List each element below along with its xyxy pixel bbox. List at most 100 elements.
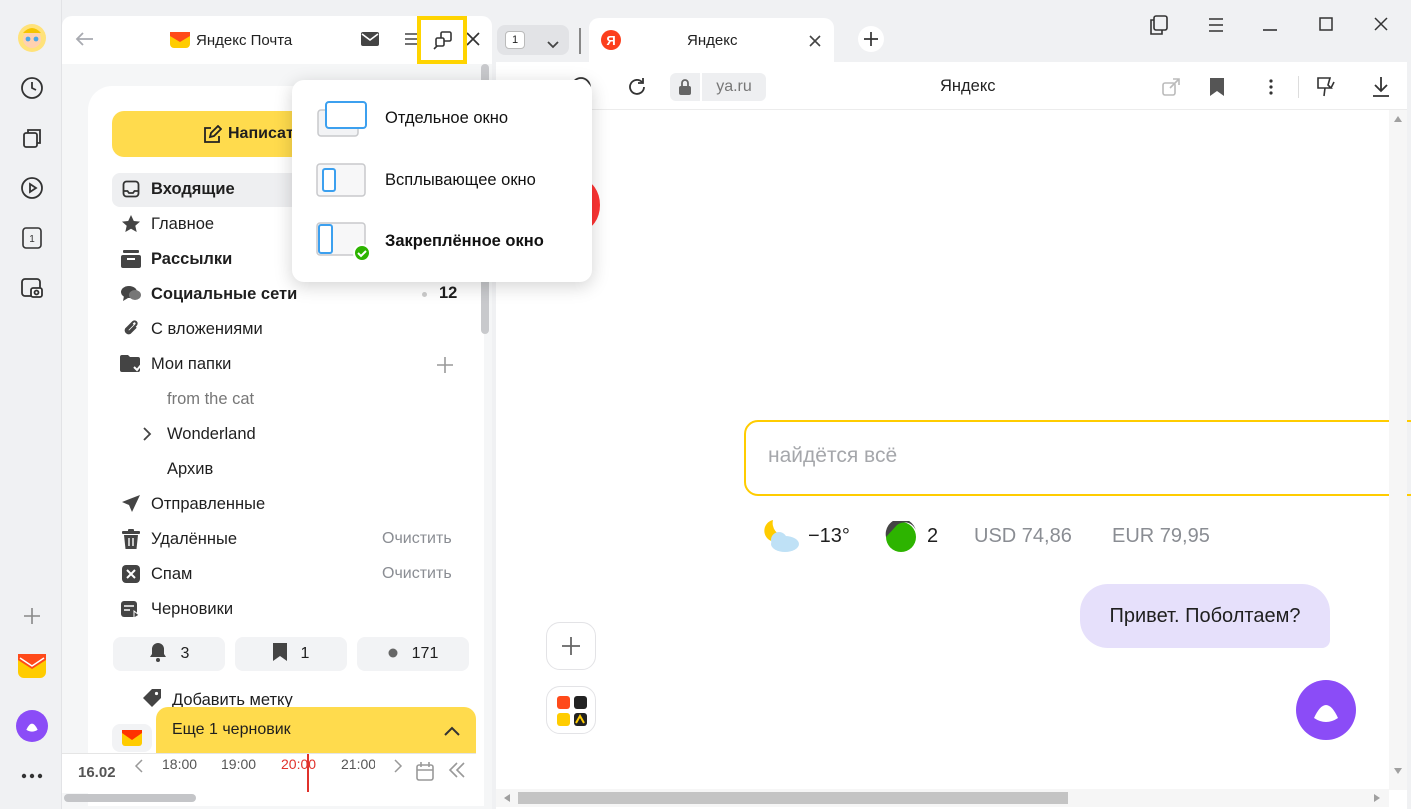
folder-my-folders[interactable]: Мои папки: [120, 349, 231, 379]
inbox-icon: [120, 178, 142, 200]
extensions-icon[interactable]: [1313, 74, 1339, 100]
subfolder-wonderland[interactable]: Wonderland: [167, 419, 256, 449]
browser-menu-icon[interactable]: [1208, 18, 1224, 37]
scroll-left-icon[interactable]: [504, 794, 510, 802]
current-time-line: [307, 754, 309, 792]
tab-group-switcher[interactable]: 1: [497, 25, 569, 55]
new-tab-button[interactable]: [858, 26, 884, 52]
clear-trash-link[interactable]: Очистить: [382, 524, 452, 554]
bookmarks-pill[interactable]: 1: [235, 637, 347, 671]
timeline-prev-icon[interactable]: [134, 759, 144, 778]
page-horizontal-scrollbar[interactable]: [496, 789, 1389, 807]
option-separate-window[interactable]: Отдельное окно: [292, 88, 592, 148]
scroll-thumb[interactable]: [518, 792, 1068, 804]
social-count: 12: [439, 284, 458, 302]
active-tab[interactable]: Я Яндекс: [589, 18, 834, 62]
lock-icon: [670, 73, 700, 101]
pinned-window-icon: [316, 222, 371, 262]
minimize-icon[interactable]: [1263, 18, 1277, 36]
subfolder-archive[interactable]: Архив: [167, 454, 213, 484]
folder-trash[interactable]: Удалённые: [120, 524, 237, 554]
notifications-pill[interactable]: 3: [113, 637, 225, 671]
play-icon[interactable]: [16, 172, 48, 204]
profile-avatar[interactable]: [16, 22, 48, 54]
traffic-icon: [885, 518, 917, 558]
traffic-score[interactable]: 2: [927, 525, 938, 548]
page-vertical-scrollbar[interactable]: [1389, 110, 1407, 790]
folder-inbox[interactable]: Входящие: [120, 174, 235, 204]
weather-temp[interactable]: −13°: [808, 525, 850, 548]
folder-label: Спам: [151, 564, 193, 583]
address-toolbar: ya.ru Яндекс: [496, 62, 1407, 110]
subfolder-from-the-cat[interactable]: from the cat: [167, 384, 254, 414]
history-icon[interactable]: [16, 72, 48, 104]
timeline-time: 18:00: [162, 756, 198, 772]
address-bar[interactable]: ya.ru: [670, 73, 766, 101]
folder-label: Черновики: [151, 599, 234, 618]
plus-icon: [864, 32, 878, 46]
clear-spam-link[interactable]: Очистить: [382, 559, 452, 589]
maximize-icon[interactable]: [1319, 17, 1333, 36]
tab-manager-icon[interactable]: [1149, 14, 1169, 41]
bookmark-page-icon[interactable]: [1204, 74, 1230, 100]
add-widget-button[interactable]: [546, 622, 596, 670]
paper-plane-icon: [120, 493, 142, 515]
back-arrow-icon[interactable]: [74, 28, 96, 55]
scroll-right-icon[interactable]: [1374, 794, 1380, 802]
drafts-icon: [120, 598, 142, 620]
search-box[interactable]: найдётся всё: [744, 420, 1411, 496]
share-icon[interactable]: [1158, 74, 1184, 100]
close-icon[interactable]: [465, 31, 481, 52]
folder-attachments[interactable]: С вложениями: [120, 314, 263, 344]
tab-counter-icon[interactable]: 1: [16, 222, 48, 254]
apps-grid-button[interactable]: [546, 686, 596, 734]
toolbar-divider: [1298, 76, 1299, 98]
add-folder-icon[interactable]: [436, 356, 454, 379]
chevron-right-icon[interactable]: [142, 427, 152, 446]
unread-pill[interactable]: 171: [357, 637, 469, 671]
screenshot-icon[interactable]: [16, 272, 48, 304]
menu-icon[interactable]: [404, 32, 418, 51]
add-panel-icon[interactable]: [16, 600, 48, 632]
reload-icon[interactable]: [624, 74, 650, 100]
alice-icon[interactable]: [16, 710, 48, 742]
usd-rate[interactable]: USD 74,86: [974, 525, 1072, 548]
services-icon: [557, 696, 587, 726]
option-pinned-window[interactable]: Закреплённое окно: [292, 211, 592, 271]
drafts-banner-text: Еще 1 черновик: [172, 721, 291, 738]
paperclip-icon: [120, 318, 142, 340]
folder-newsletters[interactable]: Рассылки: [120, 244, 232, 274]
tab-close-icon[interactable]: [809, 34, 821, 52]
dot-icon: [388, 645, 398, 663]
plus-icon: [562, 637, 580, 655]
window-close-icon[interactable]: [1374, 17, 1388, 36]
more-icon[interactable]: [16, 760, 48, 792]
kebab-menu-icon[interactable]: [1258, 74, 1284, 100]
folder-spam[interactable]: Спам: [120, 559, 192, 589]
hidden-item-bg: [112, 724, 152, 752]
mail-app-icon[interactable]: [16, 650, 48, 682]
drafts-banner[interactable]: Еще 1 черновик: [156, 707, 476, 753]
alice-greeting-bubble[interactable]: Привет. Поболтаем?: [1080, 584, 1330, 648]
yandex-favicon: Я: [601, 30, 621, 55]
option-popup-window[interactable]: Всплывающее окно: [292, 150, 592, 210]
collections-icon[interactable]: [16, 122, 48, 154]
folder-main[interactable]: Главное: [120, 209, 214, 239]
scroll-up-icon[interactable]: [1394, 116, 1402, 122]
option-label-selected: Закреплённое окно: [385, 231, 544, 250]
collapse-icon[interactable]: [448, 762, 466, 783]
chat-bubbles-icon: [120, 283, 142, 305]
panel-horizontal-scrollbar[interactable]: [64, 794, 196, 802]
alice-button[interactable]: [1296, 680, 1356, 740]
scroll-down-icon[interactable]: [1394, 768, 1402, 774]
folder-drafts[interactable]: Черновики: [120, 594, 233, 624]
folder-sent[interactable]: Отправленные: [120, 489, 265, 519]
timeline-next-icon[interactable]: [393, 759, 403, 778]
folder-social[interactable]: Социальные сети: [120, 279, 297, 309]
download-icon[interactable]: [1368, 74, 1394, 100]
timeline-date: 16.02: [78, 764, 116, 781]
eur-rate[interactable]: EUR 79,95: [1112, 525, 1210, 548]
envelope-icon[interactable]: [360, 31, 380, 52]
calendar-add-icon[interactable]: [415, 761, 437, 788]
chevron-up-icon[interactable]: [444, 723, 460, 741]
